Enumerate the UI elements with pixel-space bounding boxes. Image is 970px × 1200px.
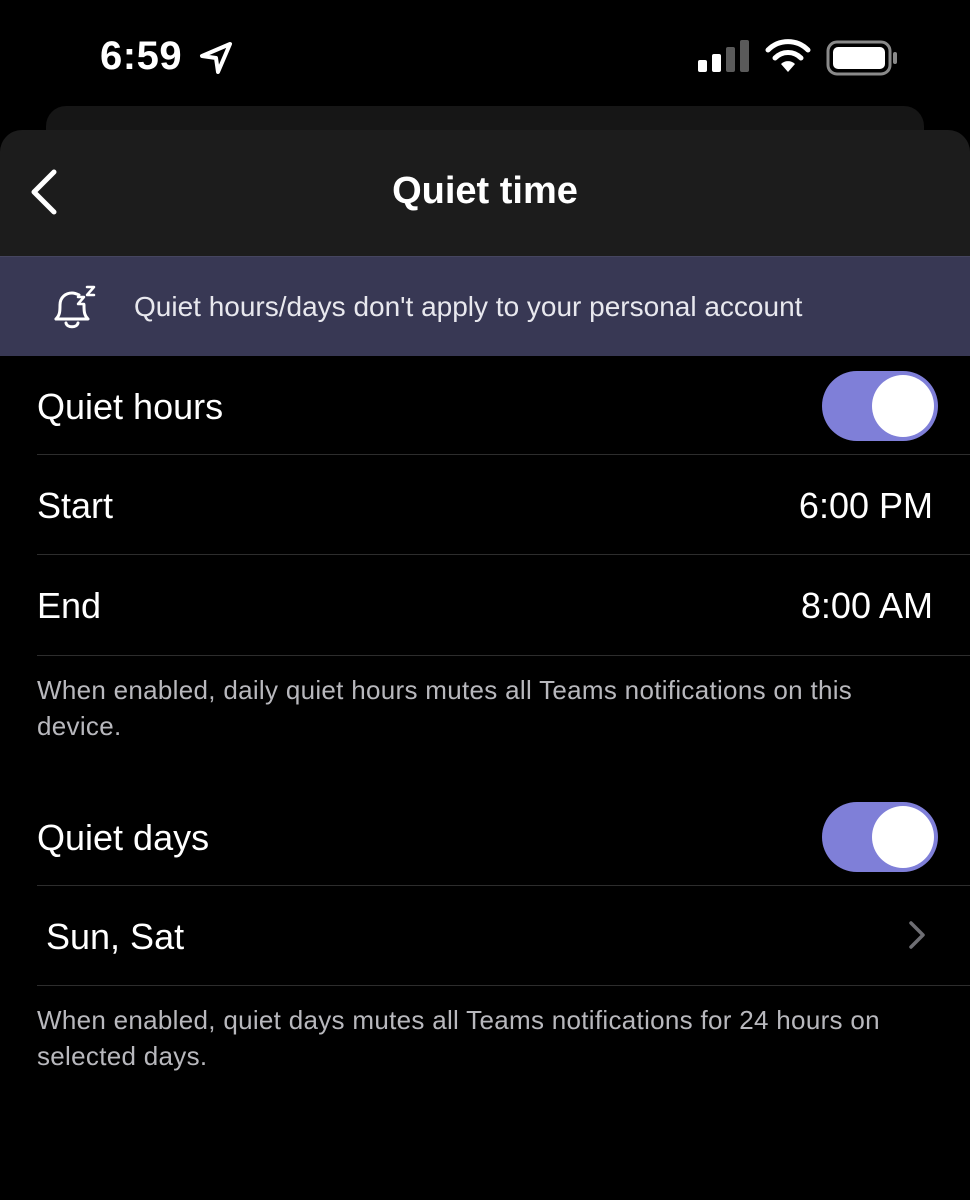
chevron-right-icon	[909, 921, 925, 949]
toggle-knob	[872, 806, 934, 868]
quiet-days-toggle[interactable]	[822, 802, 938, 872]
start-time-value[interactable]: 6:00 PM	[799, 485, 933, 527]
start-time-row[interactable]: Start 6:00 PM	[37, 455, 970, 553]
divider	[37, 985, 970, 986]
page-title: Quiet time	[392, 170, 578, 212]
quiet-hours-help-text: When enabled, daily quiet hours mutes al…	[37, 675, 853, 741]
divider	[37, 655, 970, 656]
status-time: 6:59	[100, 34, 183, 78]
end-label: End	[37, 585, 102, 626]
status-bar: 6:59	[0, 0, 970, 110]
start-label: Start	[37, 485, 114, 526]
quiet-days-help-text: When enabled, quiet days mutes all Teams…	[37, 1005, 880, 1071]
info-banner: Quiet hours/days don't apply to your per…	[0, 256, 970, 356]
end-time-value[interactable]: 8:00 AM	[801, 585, 933, 627]
quiet-hours-toggle[interactable]	[822, 371, 938, 441]
location-arrow-icon	[200, 42, 232, 74]
quiet-days-value: Sun, Sat	[46, 916, 185, 957]
snooze-bell-icon	[54, 285, 96, 329]
quiet-days-row: Quiet days	[37, 787, 970, 885]
quiet-hours-row: Quiet hours	[37, 356, 970, 454]
nav-header: Quiet time	[0, 130, 970, 256]
quiet-days-label: Quiet days	[37, 817, 210, 858]
end-time-row[interactable]: End 8:00 AM	[37, 555, 970, 653]
wifi-icon	[765, 39, 811, 72]
banner-text: Quiet hours/days don't apply to your per…	[134, 291, 803, 322]
toggle-knob	[872, 375, 934, 437]
cellular-signal-icon	[698, 40, 749, 72]
battery-icon	[826, 40, 897, 76]
quiet-days-selection-row[interactable]: Sun, Sat	[37, 886, 970, 984]
quiet-hours-label: Quiet hours	[37, 386, 224, 427]
